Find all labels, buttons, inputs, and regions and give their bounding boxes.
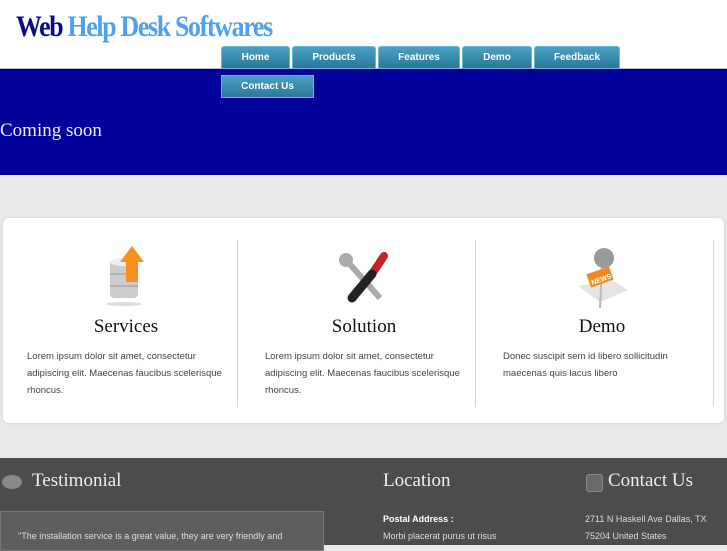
hero-banner [0, 69, 727, 175]
testimonial-text: "The installation service is a great val… [18, 531, 283, 541]
nav-feedback[interactable]: Feedback [534, 46, 620, 69]
feature-text: Lorem ipsum dolor sit amet, consectetur … [27, 351, 222, 396]
hero-text: Coming soon [0, 120, 102, 141]
address-line-1: 2711 N Haskell Ave Dallas, TX [585, 514, 707, 524]
testimonial-box: "The installation service is a great val… [0, 511, 324, 551]
nav-demo[interactable]: Demo [462, 46, 532, 69]
feature-text: Donec suscipit sem id libero sollicitudi… [503, 351, 668, 379]
feature-demo: NEWS Demo Donec suscipit sem id libero s… [491, 240, 714, 407]
feature-title: Demo [578, 316, 626, 337]
database-upload-icon [15, 246, 237, 310]
feature-title: Services [93, 316, 159, 337]
nav-contact-us[interactable]: Contact Us [221, 75, 314, 98]
features-card: Services Lorem ipsum dolor sit amet, con… [3, 218, 724, 423]
location-title: Location [383, 470, 451, 491]
feature-services: Services Lorem ipsum dolor sit amet, con… [15, 240, 238, 407]
feature-text: Lorem ipsum dolor sit amet, consectetur … [265, 351, 460, 396]
logo[interactable]: Web Help Desk Softwares [16, 10, 273, 44]
address-line-2: 75204 United States [585, 531, 667, 541]
testimonial-title: Testimonial [32, 470, 122, 491]
nav-home[interactable]: Home [221, 46, 290, 69]
postal-label: Postal Address : [383, 514, 454, 524]
phone-icon [586, 474, 603, 492]
footer: Testimonial "The installation service is… [0, 458, 727, 551]
news-microphone-icon: NEWS [491, 246, 713, 310]
speech-bubble-icon [2, 475, 22, 489]
contact-title: Contact Us [608, 470, 693, 491]
feature-title: Solution [331, 316, 397, 337]
postal-text: Morbi placerat purus ut risus [383, 531, 497, 541]
feature-solution: Solution Lorem ipsum dolor sit amet, con… [253, 240, 476, 407]
nav-features[interactable]: Features [378, 46, 460, 69]
tools-icon [253, 246, 475, 310]
nav-products[interactable]: Products [292, 46, 376, 69]
